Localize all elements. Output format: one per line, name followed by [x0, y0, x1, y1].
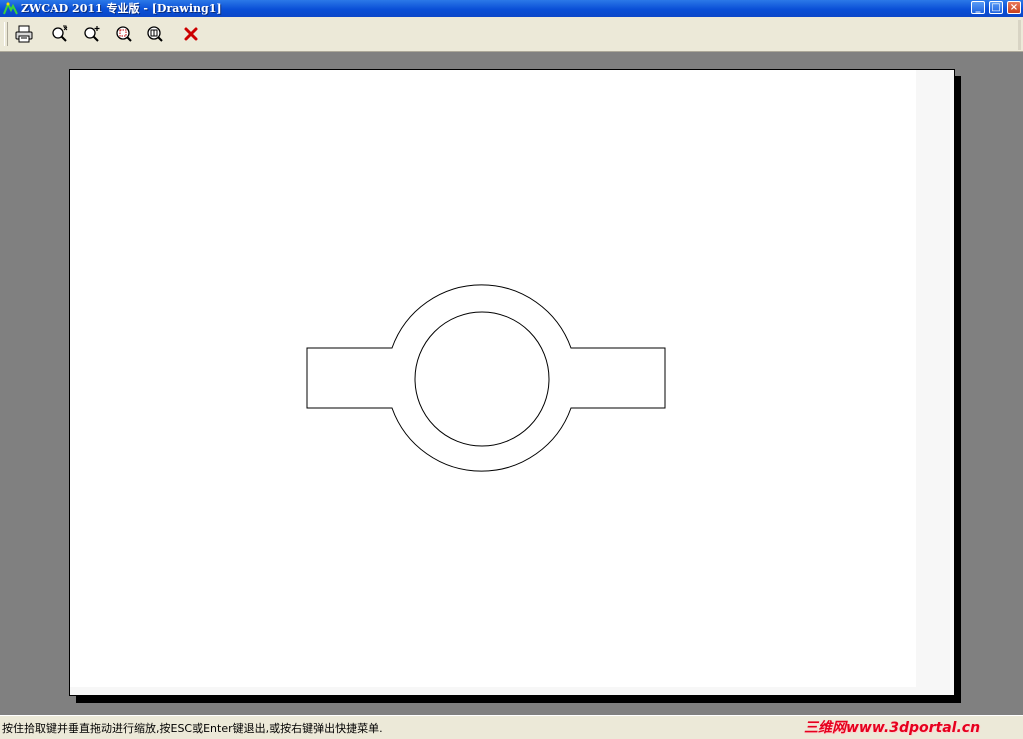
status-bar: 按住拾取键并垂直拖动进行缩放,按ESC或Enter键退出,或按右键弹出快捷菜单.…: [0, 715, 1023, 739]
drawing-canvas: [306, 284, 666, 472]
zoom-in-button[interactable]: [81, 23, 103, 45]
preview-toolbar: [0, 17, 1023, 52]
inner-hole: [414, 311, 550, 447]
close-preview-icon: [183, 26, 199, 42]
zoom-in-icon: [82, 25, 102, 43]
title-bar: ZWCAD 2011 专业版 - [Drawing1] _ □ ×: [0, 0, 1023, 17]
minimize-button[interactable]: _: [971, 1, 985, 14]
toolbar-grip[interactable]: [4, 22, 8, 46]
restore-button[interactable]: □: [989, 1, 1003, 14]
zoom-realtime-button[interactable]: [49, 23, 71, 45]
plot-preview-area[interactable]: [0, 52, 1023, 715]
close-preview-button[interactable]: [180, 23, 202, 45]
restore-icon: □: [991, 2, 1001, 13]
zoom-realtime-icon: [50, 25, 70, 43]
zwcad-logo-icon: [3, 1, 18, 16]
zoom-window-button[interactable]: [113, 23, 135, 45]
toolbar-end-grip: [1018, 20, 1021, 50]
close-window-button[interactable]: ×: [1007, 1, 1021, 14]
minimize-icon: _: [975, 2, 981, 13]
part-outline: [306, 284, 666, 472]
print-button[interactable]: [13, 23, 35, 45]
print-icon: [14, 25, 34, 43]
status-message: 按住拾取键并垂直拖动进行缩放,按ESC或Enter键退出,或按右键弹出快捷菜单.: [2, 722, 383, 735]
window-title: ZWCAD 2011 专业版 - [Drawing1]: [21, 2, 222, 15]
zoom-extents-button[interactable]: [144, 23, 166, 45]
zoom-window-icon: [114, 25, 134, 43]
close-icon: ×: [1009, 2, 1019, 13]
zoom-extents-icon: [145, 25, 165, 43]
site-watermark: 三维网www.3dportal.cn: [804, 720, 981, 736]
paper-sheet[interactable]: [69, 69, 955, 696]
